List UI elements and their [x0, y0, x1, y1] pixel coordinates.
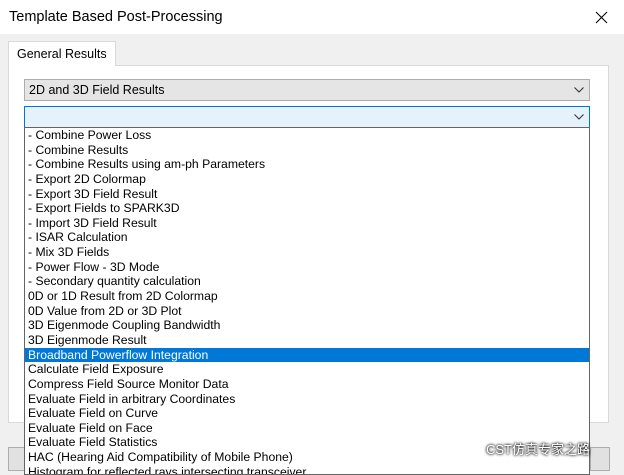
template-dropdown-list[interactable]: - Combine Power Loss - Combine Results - C… [24, 127, 590, 475]
watermark-text: CST仿真专家之路 [486, 441, 591, 457]
list-item[interactable]: - ISAR Calculation [25, 230, 589, 245]
list-item[interactable]: - Import 3D Field Result [25, 216, 589, 231]
list-item[interactable]: - Mix 3D Fields [25, 245, 589, 260]
chevron-down-icon [574, 113, 584, 121]
title-bar: Template Based Post-Processing [0, 0, 624, 34]
chevron-down-icon [574, 86, 584, 94]
watermark: CST仿真专家之路 [458, 436, 590, 460]
list-item[interactable]: - Export Fields to SPARK3D [25, 201, 589, 216]
close-icon [595, 11, 607, 23]
category-combobox-value: 2D and 3D Field Results [29, 83, 165, 97]
list-item[interactable]: Compress Field Source Monitor Data [25, 377, 589, 392]
list-item[interactable]: Evaluate Field in arbitrary Coordinates [25, 392, 589, 407]
list-item[interactable]: 3D Eigenmode Result [25, 333, 589, 348]
list-item[interactable]: Broadband Powerflow Integration [25, 347, 589, 363]
list-item[interactable]: 0D Value from 2D or 3D Plot [25, 304, 589, 319]
list-item[interactable]: - Export 2D Colormap [25, 172, 589, 187]
list-item[interactable]: - Combine Power Loss [25, 128, 589, 143]
list-item[interactable]: - Combine Results [25, 143, 589, 158]
list-item[interactable]: 3D Eigenmode Coupling Bandwidth [25, 318, 589, 333]
template-combobox[interactable] [24, 106, 590, 128]
close-button[interactable] [578, 0, 624, 34]
dialog-button[interactable] [590, 447, 610, 471]
window-title: Template Based Post-Processing [9, 9, 223, 25]
list-item[interactable]: Evaluate Field on Face [25, 421, 589, 436]
category-combobox[interactable]: 2D and 3D Field Results [24, 79, 590, 101]
list-item[interactable]: 0D or 1D Result from 2D Colormap [25, 289, 589, 304]
list-item[interactable]: - Export 3D Field Result [25, 187, 589, 202]
wechat-logo-icon [458, 437, 480, 459]
tab-general-results[interactable]: General Results [8, 41, 116, 66]
list-item[interactable]: - Secondary quantity calculation [25, 274, 589, 289]
list-item[interactable]: Calculate Field Exposure [25, 362, 589, 377]
list-item[interactable]: Evaluate Field on Curve [25, 406, 589, 421]
list-item[interactable]: - Power Flow - 3D Mode [25, 260, 589, 275]
list-item[interactable]: Histogram for reflected rays intersectin… [25, 465, 589, 474]
list-item[interactable]: - Combine Results using am-ph Parameters [25, 157, 589, 172]
